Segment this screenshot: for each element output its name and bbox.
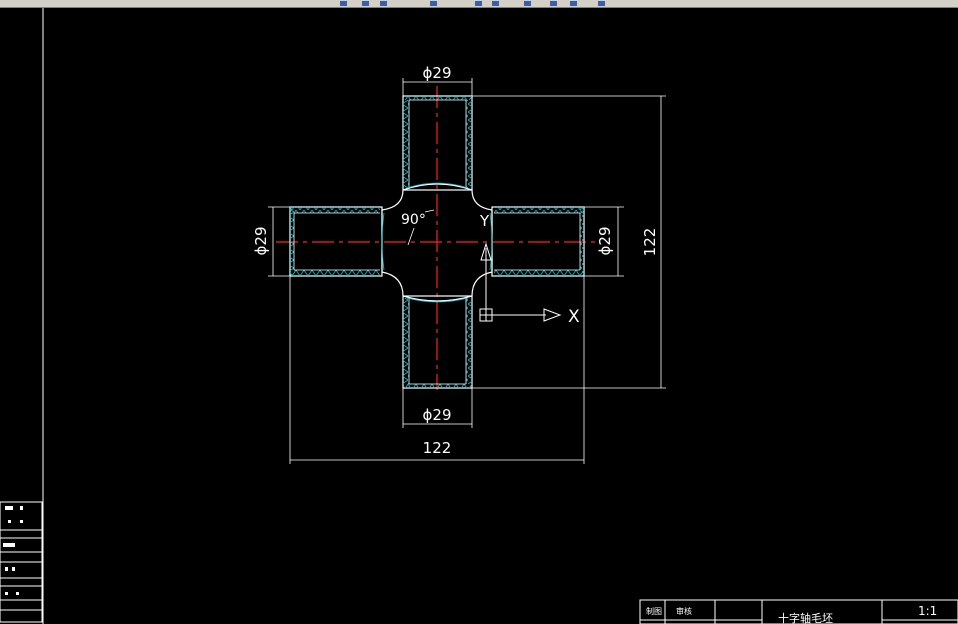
drawing-canvas[interactable]: ϕ29 ϕ29 122 ϕ29 ϕ29 122 90° X Y 制图 审核 十字… xyxy=(0,8,958,624)
title-cell-drawn: 制图 xyxy=(646,606,662,616)
toolbar-icon[interactable] xyxy=(430,1,437,6)
toolbar-icon[interactable] xyxy=(340,1,347,6)
toolbar-icon[interactable] xyxy=(362,1,369,6)
dim-top-label: ϕ29 xyxy=(423,64,452,82)
toolbar-icon[interactable] xyxy=(475,1,482,6)
dim-left-label: ϕ29 xyxy=(252,227,270,256)
toolbar-icon[interactable] xyxy=(570,1,577,6)
toolbar-icon[interactable] xyxy=(492,1,499,6)
dim-bottom-label: ϕ29 xyxy=(423,406,452,424)
toolbar-icon[interactable] xyxy=(380,1,387,6)
ucs-x-label: X xyxy=(568,307,580,327)
toolbar-icon[interactable] xyxy=(598,1,605,6)
toolbar xyxy=(0,0,958,8)
title-cell-checked: 审核 xyxy=(676,606,692,616)
dim-height-label: 122 xyxy=(641,228,659,257)
part-name: 十字轴毛坯 xyxy=(778,611,833,624)
dim-width-label: 122 xyxy=(423,439,452,457)
center-lines xyxy=(276,86,598,390)
ucs-y-label: Y xyxy=(479,212,490,230)
toolbar-icon[interactable] xyxy=(550,1,557,6)
toolbar-icon[interactable] xyxy=(524,1,531,6)
side-table xyxy=(0,501,43,623)
angle-label: 90° xyxy=(401,212,426,228)
scale-label: 1:1 xyxy=(918,604,937,618)
dim-right-label: ϕ29 xyxy=(596,227,614,256)
